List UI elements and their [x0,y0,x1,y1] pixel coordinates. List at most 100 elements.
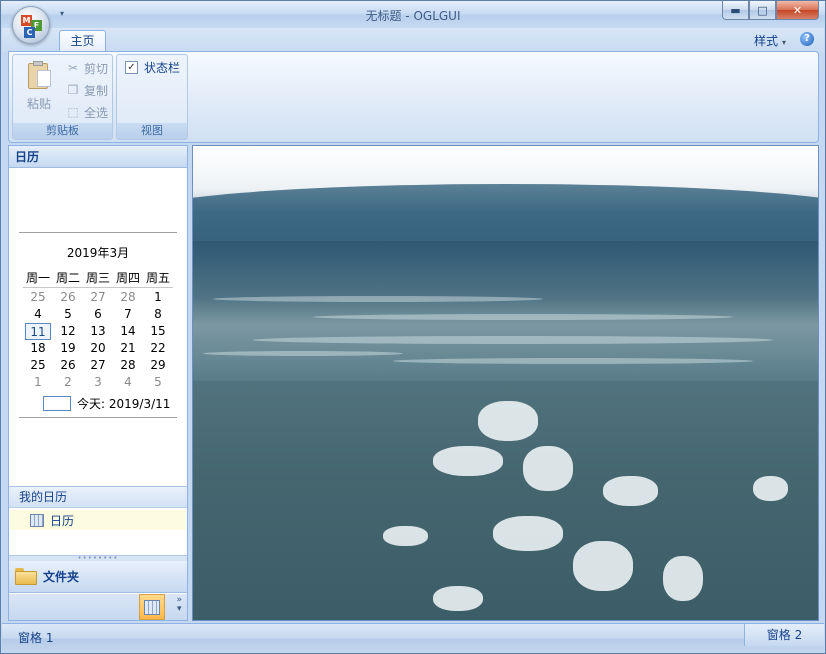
calendar-day[interactable]: 26 [53,357,83,374]
my-calendar-item[interactable]: 日历 [10,510,186,530]
water-glint [573,541,633,591]
chevron-down-icon: ▾ [781,38,786,47]
calendar-day[interactable]: 2 [53,374,83,391]
calendar-day[interactable]: 29 [143,357,173,374]
status-bar: 窗格 1 窗格 2 [2,623,824,653]
calendar-day[interactable]: 25 [23,289,53,306]
calendar-day[interactable]: 13 [83,323,113,340]
nav-pane-button-strip: » ▾ [9,594,187,620]
copy-button[interactable]: ❐ 复制 [65,80,108,100]
window-controls: ▬ □ ✕ [722,1,819,21]
calendar-day[interactable]: 1 [23,374,53,391]
weekday-header: 周二 [53,270,83,288]
wave-foam [313,314,733,320]
calendar-day[interactable]: 27 [83,357,113,374]
calendar-nav-button[interactable] [139,594,165,620]
clipboard-group: 粘贴 ✂ 剪切 ❐ 复制 ⬚ 全选 剪贴板 [12,54,113,140]
calendar-month-title[interactable]: 2019年3月 [19,244,177,261]
my-calendar-item-label: 日历 [50,513,75,528]
select-all-label: 全选 [84,105,109,120]
calendar-day[interactable]: 7 [113,306,143,323]
folder-nav-label: 文件夹 [43,570,80,584]
today-marker-icon [43,396,71,411]
wave-foam [213,296,543,302]
checkbox-checked-icon: ✓ [125,61,138,74]
divider [19,417,177,418]
wave-foam [253,336,773,344]
water-glint [493,516,563,551]
calendar-day[interactable]: 6 [83,306,113,323]
calendar-day[interactable]: 25 [23,357,53,374]
tab-home[interactable]: 主页 [59,30,106,53]
calendar-day[interactable]: 20 [83,340,113,357]
copy-label: 复制 [84,83,109,98]
scissors-icon: ✂ [67,61,79,75]
weekday-header: 周一 [23,270,53,288]
nav-pane-header: 日历 [9,146,187,168]
go-to-today[interactable]: 今天: 2019/3/11 [43,395,177,412]
calendar-day[interactable]: 28 [113,357,143,374]
application-menu-button[interactable]: M F C [12,6,50,44]
calendar-day-today[interactable]: 11 [25,323,51,340]
orb-tile-c: C [24,27,35,38]
close-button[interactable]: ✕ [776,1,819,20]
ribbon-tab-bar: 主页 样式 ▾ ? [2,28,824,53]
status-bar-checkbox[interactable]: ✓ 状态栏 [125,59,180,76]
water-glint [603,476,658,506]
water-glint [478,401,538,441]
calendar-day[interactable]: 21 [113,340,143,357]
style-menu[interactable]: 样式 ▾ [754,32,786,49]
paste-button[interactable]: 粘贴 [19,59,59,115]
calendar-day[interactable]: 15 [143,323,173,340]
maximize-icon: □ [757,3,768,17]
cut-label: 剪切 [84,61,109,76]
folder-nav-button[interactable]: 文件夹 [9,561,187,593]
cut-button[interactable]: ✂ 剪切 [65,58,108,78]
wave-foam [203,351,403,356]
water-glint [433,446,503,476]
calendar-icon [30,513,44,527]
select-all-icon: ⬚ [67,105,79,119]
help-button[interactable]: ? [800,32,814,46]
water-glint [433,586,483,611]
water-glint [663,556,703,601]
calendar-day[interactable]: 22 [143,340,173,357]
calendar-day[interactable]: 26 [53,289,83,306]
close-icon: ✕ [792,3,803,17]
month-calendar: 2019年3月 周一 周二 周三 周四 周五 25 26 27 28 1 4 5… [19,232,177,418]
calendar-day[interactable]: 8 [143,306,173,323]
quick-access-dropdown-icon[interactable]: ▾ [60,10,69,18]
water-glint [753,476,788,501]
calendar-day[interactable]: 4 [23,306,53,323]
calendar-day[interactable]: 18 [23,340,53,357]
calendar-day[interactable]: 5 [53,306,83,323]
calendar-day[interactable]: 28 [113,289,143,306]
weekday-header: 周四 [113,270,143,288]
calendar-day[interactable]: 12 [53,323,83,340]
calendar-day[interactable]: 27 [83,289,113,306]
maximize-button[interactable]: □ [749,1,776,20]
my-calendars-header[interactable]: 我的日历 [9,486,187,508]
clipboard-group-label: 剪贴板 [13,123,112,139]
title-bar[interactable]: 无标题 - OGLGUI ▾ ▬ □ ✕ [1,1,825,28]
calendar-day[interactable]: 5 [143,374,173,391]
configure-buttons-button[interactable]: » ▾ [176,596,182,614]
chevron-down-icon: ▾ [176,604,182,614]
paste-label: 粘贴 [26,97,51,111]
calendar-day[interactable]: 3 [83,374,113,391]
select-all-button[interactable]: ⬚ 全选 [65,102,108,122]
weekday-header: 周三 [83,270,113,288]
calendar-day[interactable]: 4 [113,374,143,391]
divider [19,232,177,233]
window-title: 无标题 - OGLGUI [365,9,461,23]
paste-icon [26,61,52,91]
calendar-grid: 周一 周二 周三 周四 周五 25 26 27 28 1 4 5 6 7 8 1… [23,270,177,391]
navigation-pane: 日历 2019年3月 周一 周二 周三 周四 周五 25 26 27 28 1 … [8,145,188,621]
calendar-day[interactable]: 19 [53,340,83,357]
minimize-icon: ▬ [730,3,741,17]
minimize-button[interactable]: ▬ [722,1,749,20]
calendar-day[interactable]: 14 [113,323,143,340]
opengl-viewport[interactable] [192,145,819,621]
view-group-label: 视图 [117,123,187,139]
calendar-day[interactable]: 1 [143,289,173,306]
